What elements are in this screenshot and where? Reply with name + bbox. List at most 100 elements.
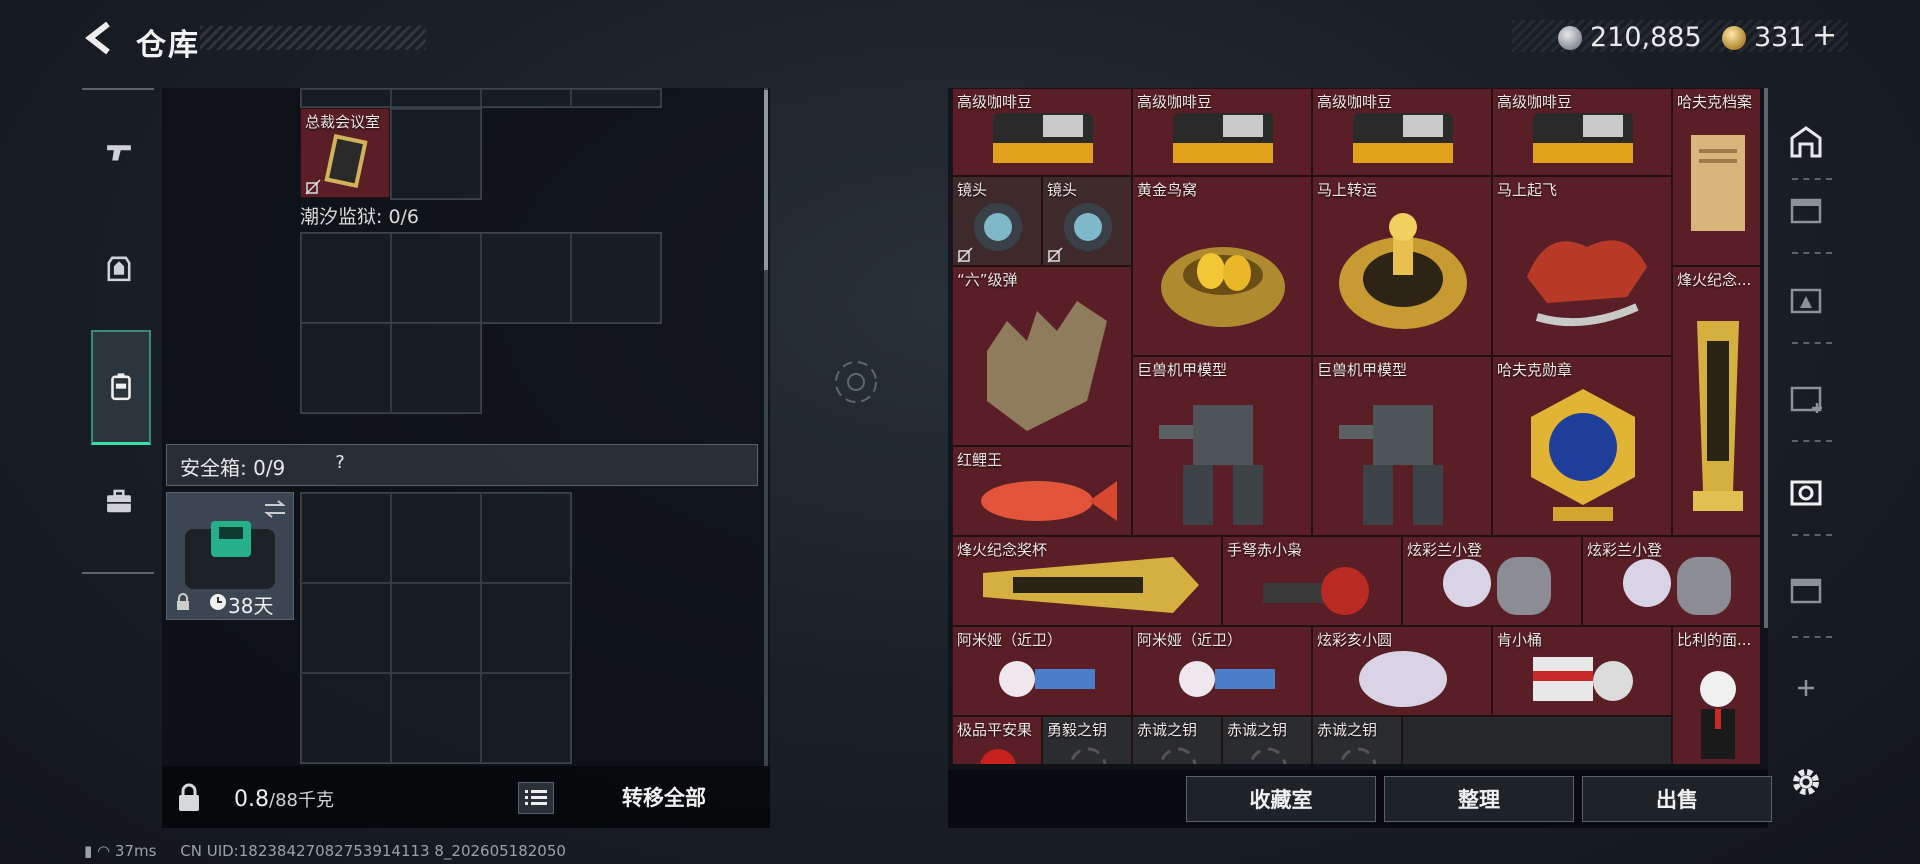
item-name: 红鲤王 xyxy=(957,451,1003,469)
inventory-item[interactable]: 炫彩兰小登 xyxy=(1582,536,1760,626)
trophy-icon xyxy=(983,557,1199,613)
rail-divider xyxy=(1792,252,1832,254)
ping: 37ms xyxy=(114,842,157,860)
rail-divider xyxy=(1792,636,1832,638)
rail-item-backpack[interactable] xyxy=(91,330,151,445)
add-storage-tab-button[interactable] xyxy=(1782,664,1830,712)
organize-button[interactable]: 整理 xyxy=(1384,776,1574,822)
inventory-item[interactable]: 烽火纪念... xyxy=(1672,266,1760,536)
item-name: 勇毅之钥 xyxy=(1047,721,1108,739)
item-name: 总裁会议室 xyxy=(305,113,381,131)
coffee-bag-icon xyxy=(1533,113,1633,163)
inventory-item[interactable]: 勇毅之钥 xyxy=(1042,716,1132,764)
inventory-item[interactable]: 哈夫克勋章 xyxy=(1492,356,1672,536)
storage-grid: 高级咖啡豆 高级咖啡豆 高级咖啡豆 高级咖啡豆 哈夫克档案 镜头 镜头 黄金鸟窝… xyxy=(952,88,1760,764)
silver-coin-icon xyxy=(1558,26,1582,50)
key-loading-icon xyxy=(1159,747,1197,764)
tab-storage-overview[interactable] xyxy=(1782,118,1830,166)
back-arrow-icon xyxy=(85,21,110,55)
lock-button[interactable] xyxy=(164,770,214,826)
inventory-item[interactable]: 阿米娅（近卫） xyxy=(952,626,1132,716)
inventory-item[interactable]: 高级咖啡豆 xyxy=(1312,88,1492,176)
inventory-item[interactable]: 镜头 xyxy=(1042,176,1132,266)
tab-storage-3[interactable] xyxy=(1782,374,1830,422)
item-name: 赤诚之钥 xyxy=(1227,721,1288,739)
item-name: 赤诚之钥 xyxy=(1137,721,1198,739)
no-trade-icon xyxy=(1047,247,1063,263)
trophy-icon xyxy=(1693,321,1743,511)
inventory-item[interactable]: 巨兽机甲模型 xyxy=(1132,356,1312,536)
collection-room-button[interactable]: 收藏室 xyxy=(1186,776,1376,822)
inventory-item[interactable]: 高级咖啡豆 xyxy=(952,88,1132,176)
inventory-item[interactable]: 马上转运 xyxy=(1312,176,1492,356)
inventory-item[interactable]: 马上起飞 xyxy=(1492,176,1672,356)
status-line: ▮ ◠ 37ms CN UID:18238427082753914113 8_2… xyxy=(84,842,566,860)
storage-scrollbar[interactable] xyxy=(1764,88,1768,628)
help-button[interactable]: ? xyxy=(328,452,352,476)
gold-coin-icon xyxy=(1722,26,1746,50)
inventory-item[interactable]: 炫彩亥小圆 xyxy=(1312,626,1492,716)
transfer-all-button[interactable]: 转移全部 xyxy=(574,772,754,822)
rail-item-armor[interactable] xyxy=(91,236,147,300)
backpack-grid[interactable] xyxy=(300,232,662,324)
left-scrollbar-thumb[interactable] xyxy=(764,90,768,270)
medal-icon xyxy=(1531,389,1635,521)
item-name: 巨兽机甲模型 xyxy=(1317,361,1408,379)
red-horse-icon xyxy=(1527,240,1647,327)
inventory-item[interactable]: 烽火纪念奖杯 xyxy=(952,536,1222,626)
inventory-item[interactable]: 哈夫克档案 xyxy=(1672,88,1760,266)
lens-icon xyxy=(1064,203,1112,251)
item-name: 镜头 xyxy=(957,181,988,199)
inventory-item[interactable]: 赤诚之钥 xyxy=(1312,716,1402,764)
item-name: 烽火纪念... xyxy=(1677,271,1752,289)
no-trade-icon xyxy=(305,179,321,195)
inventory-item[interactable]: 极品平安果 xyxy=(952,716,1042,764)
add-currency-button[interactable]: + xyxy=(1812,18,1837,53)
inventory-item[interactable]: 手弩赤小枭 xyxy=(1222,536,1402,626)
list-view-button[interactable] xyxy=(518,782,554,814)
inventory-item[interactable]: 高级咖啡豆 xyxy=(1132,88,1312,176)
tab-storage-5[interactable] xyxy=(1782,566,1830,614)
item-name: 哈夫克档案 xyxy=(1677,93,1753,111)
backpack-grid[interactable] xyxy=(300,322,482,414)
safe-box-remaining-days: 38天 xyxy=(228,594,274,618)
coffee-bag-icon xyxy=(993,113,1093,163)
settings-button[interactable] xyxy=(1782,758,1830,806)
rail-item-case[interactable] xyxy=(91,470,147,534)
inventory-item[interactable]: 赤诚之钥 xyxy=(1132,716,1222,764)
sell-button[interactable]: 出售 xyxy=(1582,776,1772,822)
inventory-item[interactable]: 赤诚之钥 xyxy=(1222,716,1312,764)
tab-storage-4-active[interactable] xyxy=(1782,468,1830,516)
gold-balance: 331 xyxy=(1754,22,1806,53)
rail-divider xyxy=(1792,178,1832,180)
storage-camera-icon xyxy=(1790,480,1822,506)
storage-armor-icon xyxy=(1790,288,1822,314)
inventory-item[interactable]: 镜头 xyxy=(952,176,1042,266)
item-name: 极品平安果 xyxy=(957,721,1033,739)
figurine-icon xyxy=(1179,661,1275,697)
tab-storage-1[interactable] xyxy=(1782,186,1830,234)
inventory-item[interactable]: 阿米娅（近卫） xyxy=(1132,626,1312,716)
inventory-item[interactable]: 巨兽机甲模型 xyxy=(1312,356,1492,536)
inventory-item[interactable]: 炫彩兰小登 xyxy=(1402,536,1582,626)
rail-divider xyxy=(1792,534,1832,536)
back-button[interactable] xyxy=(80,18,120,58)
figurine-icon xyxy=(1443,557,1551,615)
tab-storage-2[interactable] xyxy=(1782,276,1830,324)
inventory-item[interactable]: 红鲤王 xyxy=(952,446,1132,536)
bucket-figurine-icon xyxy=(1533,657,1633,701)
safe-box-grid[interactable] xyxy=(300,492,572,764)
inventory-item[interactable]: “六”级弹 xyxy=(952,266,1132,446)
inventory-item[interactable]: 比利的面... xyxy=(1672,626,1760,764)
carry-weight: 0.8/88千克 xyxy=(234,786,334,812)
inventory-item-top[interactable]: 总裁会议室 xyxy=(300,108,390,198)
item-name: 镜头 xyxy=(1047,181,1078,199)
inventory-item[interactable]: 高级咖啡豆 xyxy=(1492,88,1672,176)
inventory-item[interactable]: 肯小桶 xyxy=(1492,626,1672,716)
title-decoration xyxy=(200,26,426,50)
rail-item-weapons[interactable] xyxy=(91,120,147,184)
inventory-item[interactable]: 黄金鸟窝 xyxy=(1132,176,1312,356)
mech-model-icon xyxy=(1159,405,1263,525)
storage-box-icon xyxy=(1790,578,1822,604)
golden-nest-icon xyxy=(1161,247,1285,327)
